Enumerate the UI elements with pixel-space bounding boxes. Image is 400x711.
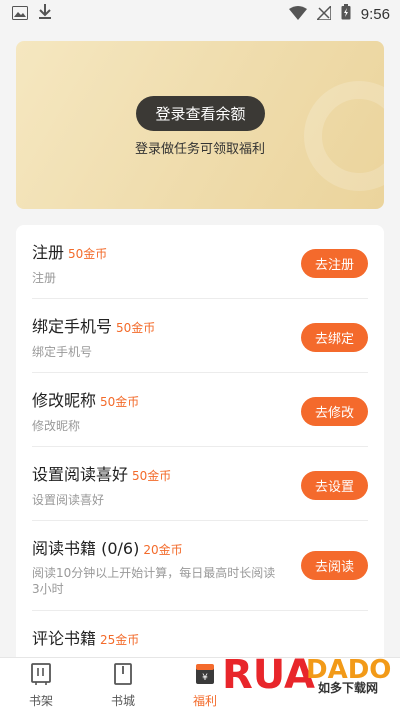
bottom-tab-bar: 书架 书城 ¥ 福利 bbox=[0, 657, 400, 711]
task-title: 阅读书籍 (0/6) bbox=[32, 539, 140, 558]
task-description: 修改昵称 bbox=[32, 419, 81, 433]
go-bind-button[interactable]: 去绑定 bbox=[301, 323, 368, 352]
tab-welfare[interactable]: ¥ 福利 bbox=[164, 658, 246, 711]
status-time: 9:56 bbox=[360, 5, 390, 23]
bookstore-icon bbox=[112, 662, 134, 690]
tab-label: 书城 bbox=[110, 694, 135, 708]
image-notification-icon bbox=[12, 5, 28, 24]
go-edit-button[interactable]: 去修改 bbox=[301, 397, 368, 426]
task-item-bind-phone: 绑定手机号 50金币 绑定手机号 去绑定 bbox=[32, 299, 368, 373]
tab-bookstore[interactable]: 书城 bbox=[82, 658, 164, 711]
status-bar: 9:56 bbox=[0, 0, 400, 28]
bookshelf-icon bbox=[30, 662, 52, 690]
task-title-row: 修改昵称 50金币 bbox=[32, 387, 139, 411]
task-item-edit-nickname: 修改昵称 50金币 修改昵称 去修改 bbox=[32, 373, 368, 447]
go-read-button[interactable]: 去阅读 bbox=[301, 551, 368, 580]
download-icon bbox=[38, 4, 52, 24]
go-register-button[interactable]: 去注册 bbox=[301, 249, 368, 278]
status-right: 9:56 bbox=[288, 3, 390, 24]
task-title: 注册 bbox=[32, 243, 65, 262]
task-title-row: 设置阅读喜好 50金币 bbox=[32, 461, 171, 485]
task-reward: 50金币 bbox=[100, 395, 140, 409]
task-title-row: 阅读书籍 (0/6) 20金币 bbox=[32, 535, 183, 559]
task-item-read-books: 阅读书籍 (0/6) 20金币 阅读10分钟以上开始计算，每日最高时长阅读3小时… bbox=[32, 521, 368, 611]
banner-decoration bbox=[304, 81, 384, 191]
task-title-row: 评论书籍 25金币 bbox=[32, 625, 139, 649]
battery-charging-icon bbox=[341, 4, 351, 24]
task-title: 评论书籍 bbox=[32, 629, 97, 648]
task-item-reading-preference: 设置阅读喜好 50金币 设置阅读喜好 去设置 bbox=[32, 447, 368, 521]
task-description: 注册 bbox=[32, 271, 57, 285]
status-left bbox=[12, 4, 52, 24]
task-title-row: 注册 50金币 bbox=[32, 239, 107, 263]
task-description: 绑定手机号 bbox=[32, 345, 93, 359]
task-item-register: 注册 50金币 注册 去注册 bbox=[32, 225, 368, 299]
wifi-icon bbox=[288, 5, 307, 24]
welfare-banner: 登录查看余额 登录做任务可领取福利 bbox=[16, 41, 384, 209]
task-reward: 50金币 bbox=[132, 469, 172, 483]
task-reward: 50金币 bbox=[116, 321, 156, 335]
task-description: 设置阅读喜好 bbox=[32, 493, 105, 507]
task-reward: 25金币 bbox=[100, 633, 140, 647]
task-reward: 20金币 bbox=[143, 543, 183, 557]
task-list-card: 注册 50金币 注册 去注册 绑定手机号 50金币 绑定手机号 去绑定 修改昵称… bbox=[16, 225, 384, 665]
login-view-balance-button[interactable]: 登录查看余额 bbox=[136, 96, 265, 131]
tab-label: 书架 bbox=[28, 694, 53, 708]
no-signal-icon bbox=[314, 3, 332, 24]
tab-label: 福利 bbox=[192, 694, 217, 708]
svg-text:¥: ¥ bbox=[202, 673, 208, 683]
task-title: 绑定手机号 bbox=[32, 317, 113, 336]
task-description: 阅读10分钟以上开始计算，每日最高时长阅读3小时 bbox=[32, 566, 276, 596]
tab-bookshelf[interactable]: 书架 bbox=[0, 658, 82, 711]
task-title: 修改昵称 bbox=[32, 391, 97, 410]
go-settings-button[interactable]: 去设置 bbox=[301, 471, 368, 500]
task-title-row: 绑定手机号 50金币 bbox=[32, 313, 155, 337]
task-reward: 50金币 bbox=[68, 247, 108, 261]
welfare-icon: ¥ bbox=[194, 662, 216, 690]
banner-subtitle: 登录做任务可领取福利 bbox=[134, 142, 265, 157]
task-title: 设置阅读喜好 bbox=[32, 465, 129, 484]
